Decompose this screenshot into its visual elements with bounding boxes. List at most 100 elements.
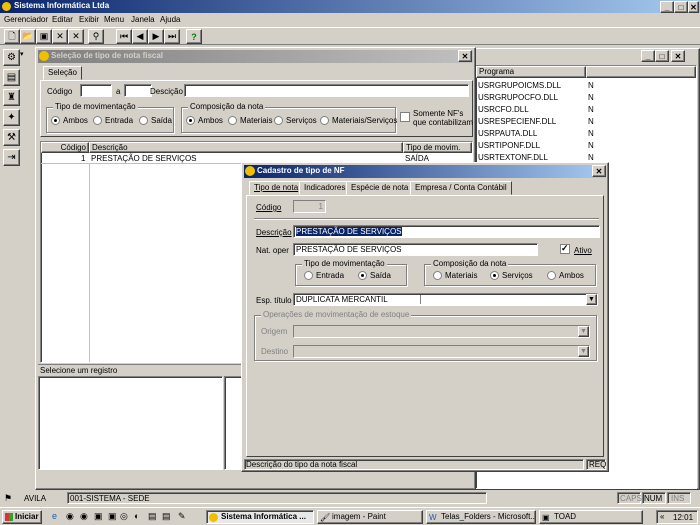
last-record-icon[interactable]: ⏭ <box>164 29 180 44</box>
lower-panel-left[interactable] <box>38 376 223 470</box>
ativo-checkbox[interactable] <box>560 243 570 254</box>
binoculars-icon[interactable]: ⚲ <box>88 29 104 44</box>
shortcut-4-icon[interactable]: ✦ <box>3 109 20 126</box>
quicklaunch-9-icon[interactable]: ✎ <box>178 511 186 522</box>
shortcut-1-icon[interactable]: ⚙ <box>3 49 20 66</box>
cad-codigo-input[interactable]: 1 <box>293 200 326 213</box>
destino-dropdown-icon[interactable]: ▼ <box>578 346 589 357</box>
app-title: Sistema Informática Ltda <box>14 1 110 10</box>
save-icon[interactable]: ▣ <box>36 29 52 44</box>
radio-comp-ambos[interactable]: Ambos <box>186 116 223 126</box>
list-item[interactable]: N <box>588 105 594 114</box>
cad-radio-materiais[interactable]: Materiais <box>433 271 477 281</box>
quicklaunch-3-icon[interactable]: ▣ <box>94 511 103 522</box>
radio-saida[interactable]: Saída <box>139 116 172 126</box>
cad-radio-entrada[interactable]: Entrada <box>304 271 344 281</box>
help-icon[interactable]: ? <box>186 29 202 44</box>
list-item[interactable]: USRCFO.DLL <box>478 105 529 114</box>
program-column-header[interactable]: Programa <box>476 66 586 78</box>
grid-header-codigo[interactable]: Código <box>41 142 89 153</box>
cad-descricao-input[interactable]: PRESTAÇÃO DE SERVIÇOS <box>293 225 600 238</box>
list-item[interactable]: N <box>588 153 594 162</box>
list-item[interactable]: USRGRUPOCFO.DLL <box>478 93 558 102</box>
delete-icon[interactable]: ✕ <box>52 29 68 44</box>
list-item[interactable]: N <box>588 81 594 90</box>
quicklaunch-5-icon[interactable]: ◎ <box>120 511 128 522</box>
maximize-button[interactable]: □ <box>674 1 688 13</box>
cad-radio-saida[interactable]: Saída <box>358 271 391 281</box>
flag-column-header[interactable] <box>586 66 696 78</box>
list-item[interactable]: USRESPECIENF.DLL <box>478 117 556 126</box>
list-item[interactable]: N <box>588 141 594 150</box>
shortcut-3-icon[interactable]: ♜ <box>3 89 20 106</box>
radio-entrada[interactable]: Entrada <box>93 116 133 126</box>
quicklaunch-ie-icon[interactable]: e <box>52 511 57 521</box>
origem-combo[interactable]: ▼ <box>293 325 590 338</box>
task-word[interactable]: W Telas_Folders - Microsoft... <box>426 510 536 524</box>
menu-gerenciador[interactable]: Gerenciador <box>4 15 48 24</box>
selecao-close-button[interactable]: ✕ <box>458 50 472 62</box>
list-item[interactable]: N <box>588 129 594 138</box>
destino-combo[interactable]: ▼ <box>293 345 590 358</box>
tab-especie-nota[interactable]: Espécie de nota <box>346 181 414 195</box>
codigo-to-input[interactable] <box>124 84 152 97</box>
quicklaunch-6-icon[interactable]: ◐ <box>134 511 139 521</box>
menu-ajuda[interactable]: Ajuda <box>160 15 180 24</box>
tab-empresa-conta[interactable]: Empresa / Conta Contábil <box>410 181 512 195</box>
first-record-icon[interactable]: ⏮ <box>116 29 132 44</box>
tray-expand-icon[interactable]: « <box>660 512 664 521</box>
grid-header-tipo[interactable]: Tipo de movim. <box>403 142 472 153</box>
radio-comp-materiais-servicos[interactable]: Materiais/Serviços <box>320 116 397 126</box>
sidebar-dropdown-icon[interactable]: ▾ <box>20 50 24 58</box>
task-paint[interactable]: 🖌 imagem - Paint <box>317 510 423 524</box>
quicklaunch-1-icon[interactable]: ◉ <box>66 511 74 522</box>
cadastro-close-button[interactable]: ✕ <box>592 165 606 177</box>
esp-titulo-dropdown-icon[interactable]: ▼ <box>586 294 597 305</box>
radio-comp-servicos[interactable]: Serviços <box>274 116 317 126</box>
quicklaunch-8-icon[interactable]: ▤ <box>162 511 171 522</box>
close-button[interactable]: ✕ <box>688 1 699 13</box>
tab-tipo-nota[interactable]: Tipo de nota <box>249 181 304 195</box>
list-item[interactable]: USRTEXTONF.DLL <box>478 153 548 162</box>
start-button[interactable]: Iniciar <box>2 510 42 524</box>
new-icon[interactable]: 🗋 <box>4 29 20 44</box>
cad-natoper-input[interactable]: PRESTAÇÃO DE SERVIÇOS <box>293 243 538 256</box>
open-icon[interactable]: 📂 <box>20 29 36 44</box>
task-toad[interactable]: ▣ TOAD <box>539 510 643 524</box>
bg-close-button[interactable]: ✕ <box>671 50 685 62</box>
somente-nf-checkbox[interactable] <box>400 112 410 122</box>
list-item[interactable]: USRGRUPOICMS.DLL <box>478 81 561 90</box>
radio-comp-materiais[interactable]: Materiais <box>228 116 272 126</box>
tab-selecao[interactable]: Seleção <box>43 66 82 80</box>
menu-janela[interactable]: Janela <box>131 15 155 24</box>
quicklaunch-7-icon[interactable]: ▤ <box>148 511 157 522</box>
cad-radio-ambos[interactable]: Ambos <box>547 271 584 281</box>
shortcut-6-icon[interactable]: ⇥ <box>3 149 20 166</box>
cad-radio-servicos[interactable]: Serviços <box>490 271 533 281</box>
shortcut-2-icon[interactable]: ▤ <box>3 69 20 86</box>
origem-dropdown-icon[interactable]: ▼ <box>578 326 589 337</box>
esp-titulo-combo[interactable]: DUPLICATA MERCANTIL ▼ <box>293 293 598 306</box>
menu-menu[interactable]: Menu <box>104 15 124 24</box>
radio-ambos[interactable]: Ambos <box>51 116 88 126</box>
descricao-filter-input[interactable] <box>184 84 469 97</box>
quicklaunch-4-icon[interactable]: ▣ <box>108 511 117 522</box>
tab-indicadores[interactable]: Indicadores <box>299 181 351 195</box>
cancel-icon[interactable]: ✕ <box>68 29 84 44</box>
list-item[interactable]: N <box>588 117 594 126</box>
shortcut-5-icon[interactable]: ⚒ <box>3 129 20 146</box>
list-item[interactable]: USRTIPONF.DLL <box>478 141 540 150</box>
prev-record-icon[interactable]: ◀ <box>132 29 148 44</box>
list-item[interactable]: USRPAUTA.DLL <box>478 129 537 138</box>
bg-maximize-button[interactable]: □ <box>655 50 669 62</box>
codigo-from-input[interactable] <box>80 84 112 97</box>
bg-minimize-button[interactable]: _ <box>641 50 655 62</box>
quicklaunch-2-icon[interactable]: ◉ <box>80 511 88 522</box>
menu-exibir[interactable]: Exibir <box>79 15 99 24</box>
menu-editar[interactable]: Editar <box>52 15 73 24</box>
next-record-icon[interactable]: ▶ <box>148 29 164 44</box>
minimize-button[interactable]: _ <box>660 1 674 13</box>
list-item[interactable]: N <box>588 93 594 102</box>
task-sistema[interactable]: Sistema Informática ... <box>206 510 314 524</box>
grid-header-descricao[interactable]: Descrição <box>89 142 403 153</box>
